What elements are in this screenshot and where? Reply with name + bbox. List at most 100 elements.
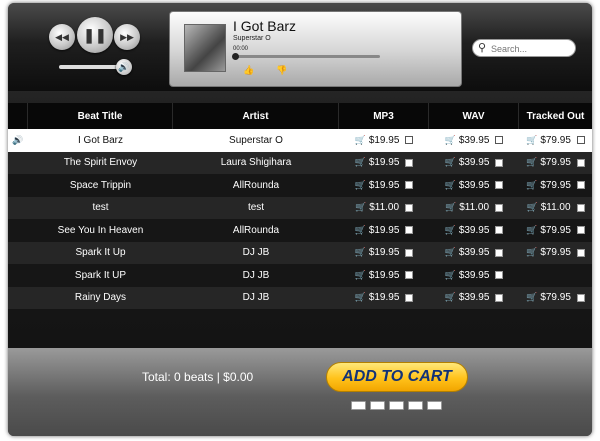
license-checkbox[interactable] <box>495 271 504 280</box>
cart-icon: 🛒 <box>444 202 457 213</box>
row-spacer <box>8 264 28 287</box>
price-label: $11.00 <box>459 202 490 214</box>
price-label: $79.95 <box>540 179 571 191</box>
price-label: $11.00 <box>369 202 400 214</box>
price-label: $79.95 <box>540 292 571 304</box>
table-header: Beat Title Artist MP3 WAV Tracked Out <box>8 103 592 129</box>
license-checkbox[interactable] <box>405 293 414 302</box>
payment-icons <box>351 401 442 410</box>
price-label: $79.95 <box>540 224 571 236</box>
amex-icon <box>408 401 423 410</box>
beat-artist: DJ JB <box>242 247 270 259</box>
license-checkbox[interactable] <box>405 136 414 145</box>
license-checkbox[interactable] <box>405 158 414 167</box>
license-checkbox[interactable] <box>495 181 504 190</box>
header-artist[interactable]: Artist <box>173 103 339 129</box>
license-checkbox[interactable] <box>405 248 414 257</box>
table-row[interactable]: 🔊 I Got Barz Superstar O 🛒 $19.95 🛒 $39.95 🛒 $79… <box>8 129 592 152</box>
price-label: $19.95 <box>368 134 400 146</box>
table-row[interactable]: See You In Heaven AllRounda 🛒 $19.95 🛒 $39.95… <box>8 219 592 242</box>
license-checkbox[interactable] <box>576 226 585 235</box>
license-checkbox[interactable] <box>495 248 504 257</box>
license-checkbox[interactable] <box>495 203 504 212</box>
table-row[interactable]: test test 🛒 $11.00 🛒 $11.00 🛒 $11.00 <box>8 196 592 220</box>
mp3-price: 🛒 $19.95 <box>339 219 429 242</box>
license-checkbox[interactable] <box>576 293 585 302</box>
header-mp3[interactable]: MP3 <box>339 103 429 129</box>
table-row[interactable]: Space Trippin AllRounda 🛒 $19.95 🛒 $39.95 🛒 $79… <box>8 174 592 197</box>
cart-icon: 🛒 <box>354 247 366 258</box>
add-to-cart-button[interactable]: ADD TO CART <box>326 362 468 392</box>
price-label: $79.95 <box>540 247 571 259</box>
next-button[interactable]: ▶▶ <box>114 24 140 50</box>
table-row[interactable]: Rainy Days DJ JB 🛒 $19.95 🛒 $39.95 🛒 $79.95 <box>8 286 592 310</box>
wav-price: 🛒 $39.95 <box>429 287 519 310</box>
wav-price: 🛒 $39.95 <box>429 242 519 265</box>
header-beat-title[interactable]: Beat Title <box>28 103 173 129</box>
license-checkbox[interactable] <box>576 136 585 145</box>
license-checkbox[interactable] <box>495 158 504 167</box>
license-checkbox[interactable] <box>495 136 504 145</box>
wav-price: 🛒 $39.95 <box>429 152 519 175</box>
wav-price: 🛒 $11.00 <box>429 197 519 220</box>
license-checkbox[interactable] <box>576 181 585 190</box>
price-label: $39.95 <box>458 179 490 191</box>
header-spacer <box>8 103 28 129</box>
cart-icon: 🛒 <box>444 179 456 190</box>
table-row[interactable]: Spark It UP DJ JB 🛒 $19.95 🛒 $39.95 <box>8 264 592 287</box>
now-playing-panel: I Got Barz Superstar O 00:00 👍 👎 <box>169 11 462 87</box>
tracked-out-price: 🛒 $79.95 <box>519 152 592 175</box>
beat-artist: AllRounda <box>232 224 280 236</box>
elapsed-time: 00:00 <box>233 46 249 52</box>
search-box: ⚲ <box>472 39 576 57</box>
pause-button[interactable]: ❚❚ <box>77 17 113 53</box>
wav-price: 🛒 $39.95 <box>429 174 519 197</box>
price-label: $19.95 <box>368 179 400 191</box>
beat-artist: Superstar O <box>229 134 283 146</box>
beat-title: Spark It Up <box>75 247 126 259</box>
price-label: $19.95 <box>368 224 400 236</box>
price-label: $39.95 <box>458 224 490 236</box>
cart-icon: 🛒 <box>526 292 538 303</box>
price-label: $79.95 <box>540 134 571 146</box>
price-label: $19.95 <box>368 157 400 169</box>
progress-track[interactable] <box>233 55 380 58</box>
table-row[interactable]: The Spirit Envoy Laura Shigihara 🛒 $19.95 🛒 $… <box>8 151 592 175</box>
search-icon: ⚲ <box>478 42 487 54</box>
license-checkbox[interactable] <box>405 181 414 190</box>
tracked-out-price: 🛒 $79.95 <box>519 287 592 310</box>
cart-icon: 🛒 <box>444 157 456 168</box>
thumbs-up-icon[interactable]: 👍 <box>243 65 254 76</box>
cart-icon: 🛒 <box>354 134 366 145</box>
cart-total: Total: 0 beats | $0.00 <box>142 370 254 384</box>
cart-icon: 🛒 <box>354 224 366 235</box>
cart-icon: 🛒 <box>354 202 367 213</box>
price-label: $39.95 <box>458 292 490 304</box>
license-checkbox[interactable] <box>576 203 585 212</box>
now-playing-title: I Got Barz <box>233 18 297 34</box>
previous-button[interactable]: ◀◀ <box>49 24 75 50</box>
header-wav[interactable]: WAV <box>429 103 519 129</box>
header-tracked-out[interactable]: Tracked Out <box>519 103 592 129</box>
tracked-out-price: 🛒 $11.00 <box>519 197 592 220</box>
search-input[interactable] <box>491 42 571 55</box>
paypal-icon <box>351 401 366 410</box>
visa-icon <box>370 401 385 410</box>
mp3-price: 🛒 $19.95 <box>339 287 429 310</box>
volume-knob-icon[interactable]: 🔊 <box>116 59 132 75</box>
license-checkbox[interactable] <box>576 158 585 167</box>
license-checkbox[interactable] <box>405 203 414 212</box>
thumbs-down-icon[interactable]: 👎 <box>276 65 287 76</box>
progress-handle[interactable] <box>232 53 239 60</box>
row-spacer <box>8 197 28 220</box>
wav-price: 🛒 $39.95 <box>429 129 519 152</box>
wav-price: 🛒 $39.95 <box>429 264 519 287</box>
license-checkbox[interactable] <box>405 226 414 235</box>
table-row[interactable]: Spark It Up DJ JB 🛒 $19.95 🛒 $39.95 🛒 $79.95 <box>8 241 592 265</box>
license-checkbox[interactable] <box>495 293 504 302</box>
license-checkbox[interactable] <box>405 271 414 280</box>
beat-artist: AllRounda <box>232 179 280 191</box>
license-checkbox[interactable] <box>576 248 585 257</box>
license-checkbox[interactable] <box>495 226 504 235</box>
row-spacer <box>8 287 28 310</box>
